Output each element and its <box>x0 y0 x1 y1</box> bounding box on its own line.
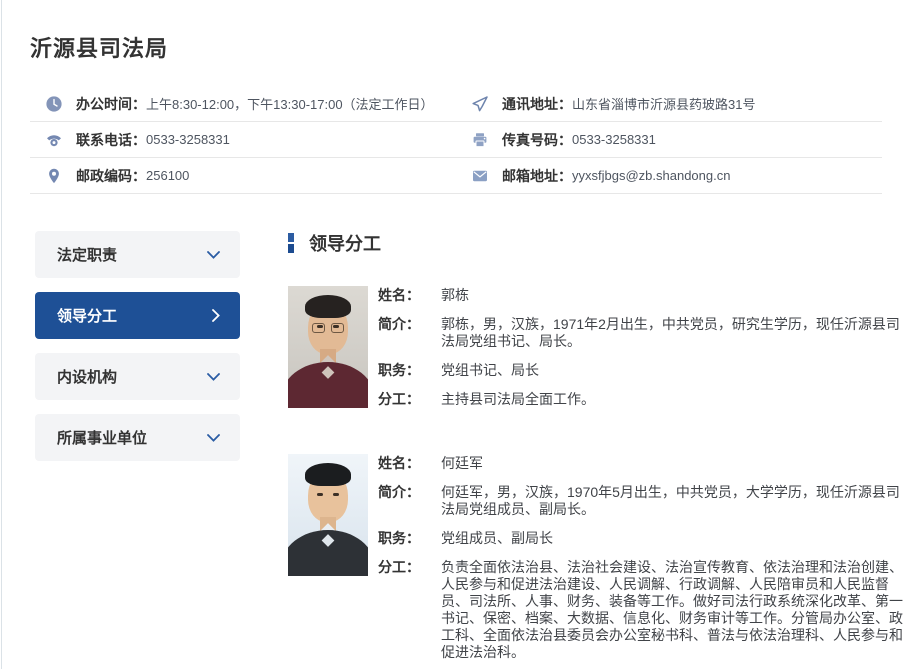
contact-row: 联系电话： 0533-3258331 传真号码： 0533-3258331 <box>30 122 882 158</box>
contact-value: 0533-3258331 <box>146 132 230 147</box>
contact-fax: 传真号码： 0533-3258331 <box>456 122 882 157</box>
leader-intro: 何廷军，男，汉族，1970年5月出生，中共党员，大学学历，现任沂源县司法局党组成… <box>441 484 912 518</box>
clock-icon <box>46 96 62 112</box>
leader-fields: 姓名： 郭栋 简介： 郭栋，男，汉族，1971年2月出生，中共党员，研究生学历，… <box>378 286 912 408</box>
page-title: 沂源县司法局 <box>30 36 912 62</box>
sidebar-nav: 法定职责 领导分工 内设机构 所属事业单位 <box>35 231 240 661</box>
sidebar-item-affiliated-units[interactable]: 所属事业单位 <box>35 414 240 461</box>
contact-mailing-address: 通讯地址： 山东省淄博市沂源县药玻路31号 <box>456 86 882 121</box>
contact-phone: 联系电话： 0533-3258331 <box>30 122 456 157</box>
chevron-right-icon <box>212 309 220 322</box>
leader-position: 党组书记、局长 <box>441 362 912 379</box>
contact-email: 邮箱地址： yyxsfjbgs@zb.shandong.cn <box>456 158 882 193</box>
fax-icon <box>472 132 488 148</box>
chevron-down-icon <box>207 373 220 381</box>
leader-profile: 姓名： 郭栋 简介： 郭栋，男，汉族，1971年2月出生，中共党员，研究生学历，… <box>288 286 912 408</box>
main-area: 法定职责 领导分工 内设机构 所属事业单位 <box>30 231 912 661</box>
contact-label: 邮箱地址： <box>502 166 572 186</box>
field-duty: 分工： 负责全面依法治县、法治社会建设、法治宣传教育、依法治理和法治创建、人民参… <box>378 559 912 661</box>
contact-label: 邮政编码： <box>76 166 146 186</box>
field-duty: 分工： 主持县司法局全面工作。 <box>378 391 912 408</box>
leader-profile: 姓名： 何廷军 简介： 何廷军，男，汉族，1970年5月出生，中共党员，大学学历… <box>288 454 912 661</box>
phone-icon <box>46 132 62 148</box>
contact-value: 上午8:30-12:00，下午13:30-17:00（法定工作日） <box>146 94 434 113</box>
sidebar-item-leadership[interactable]: 领导分工 <box>35 292 240 339</box>
sidebar-item-label: 法定职责 <box>57 244 117 265</box>
leader-photo <box>288 286 368 408</box>
sidebar-item-label: 所属事业单位 <box>57 427 147 448</box>
page: 沂源县司法局 办公时间： 上午8:30-12:00，下午13:30-17:00（… <box>0 0 912 661</box>
leader-duty: 负责全面依法治县、法治社会建设、法治宣传教育、依法治理和法治创建、人民参与和促进… <box>441 559 912 661</box>
location-arrow-icon <box>472 96 488 112</box>
field-position: 职务： 党组书记、局长 <box>378 362 912 379</box>
contact-label: 通讯地址： <box>502 94 572 114</box>
field-name: 姓名： 何廷军 <box>378 455 912 472</box>
field-name: 姓名： 郭栋 <box>378 287 912 304</box>
section-header: 领导分工 <box>288 231 912 255</box>
sidebar-item-label: 内设机构 <box>57 366 117 387</box>
leader-fields: 姓名： 何廷军 简介： 何廷军，男，汉族，1970年5月出生，中共党员，大学学历… <box>378 454 912 661</box>
leader-position: 党组成员、副局长 <box>441 530 912 547</box>
contact-label: 办公时间： <box>76 94 146 114</box>
leader-intro: 郭栋，男，汉族，1971年2月出生，中共党员，研究生学历，现任沂源县司法局党组书… <box>441 316 912 350</box>
sidebar-item-internal-orgs[interactable]: 内设机构 <box>35 353 240 400</box>
sidebar-item-legal-duties[interactable]: 法定职责 <box>35 231 240 278</box>
field-intro: 简介： 何廷军，男，汉族，1970年5月出生，中共党员，大学学历，现任沂源县司法… <box>378 484 912 518</box>
contact-row: 邮政编码： 256100 邮箱地址： yyxsfjbgs@zb.shandong… <box>30 158 882 194</box>
contact-row: 办公时间： 上午8:30-12:00，下午13:30-17:00（法定工作日） … <box>30 86 882 122</box>
contact-label: 联系电话： <box>76 130 146 150</box>
contact-postal-code: 邮政编码： 256100 <box>30 158 456 193</box>
envelope-icon <box>472 168 488 184</box>
contact-label: 传真号码： <box>502 130 572 150</box>
field-position: 职务： 党组成员、副局长 <box>378 530 912 547</box>
contact-info-panel: 办公时间： 上午8:30-12:00，下午13:30-17:00（法定工作日） … <box>30 86 882 194</box>
contact-value: yyxsfjbgs@zb.shandong.cn <box>572 168 730 183</box>
contact-value: 山东省淄博市沂源县药玻路31号 <box>572 94 755 113</box>
section-accent-bar-icon <box>288 233 294 253</box>
contact-office-hours: 办公时间： 上午8:30-12:00，下午13:30-17:00（法定工作日） <box>30 86 456 121</box>
contact-value: 256100 <box>146 168 189 183</box>
leader-name: 郭栋 <box>441 287 912 304</box>
leader-photo <box>288 454 368 576</box>
location-pin-icon <box>46 168 62 184</box>
chevron-down-icon <box>207 251 220 259</box>
content-panel: 领导分工 姓名： 郭栋 简介： 郭栋，男，汉族，1971年2月出生，中共党员，研… <box>288 231 912 661</box>
sidebar-item-label: 领导分工 <box>57 305 117 326</box>
leader-name: 何廷军 <box>441 455 912 472</box>
section-title: 领导分工 <box>309 230 381 256</box>
field-intro: 简介： 郭栋，男，汉族，1971年2月出生，中共党员，研究生学历，现任沂源县司法… <box>378 316 912 350</box>
contact-value: 0533-3258331 <box>572 132 656 147</box>
leader-duty: 主持县司法局全面工作。 <box>441 391 912 408</box>
chevron-down-icon <box>207 434 220 442</box>
